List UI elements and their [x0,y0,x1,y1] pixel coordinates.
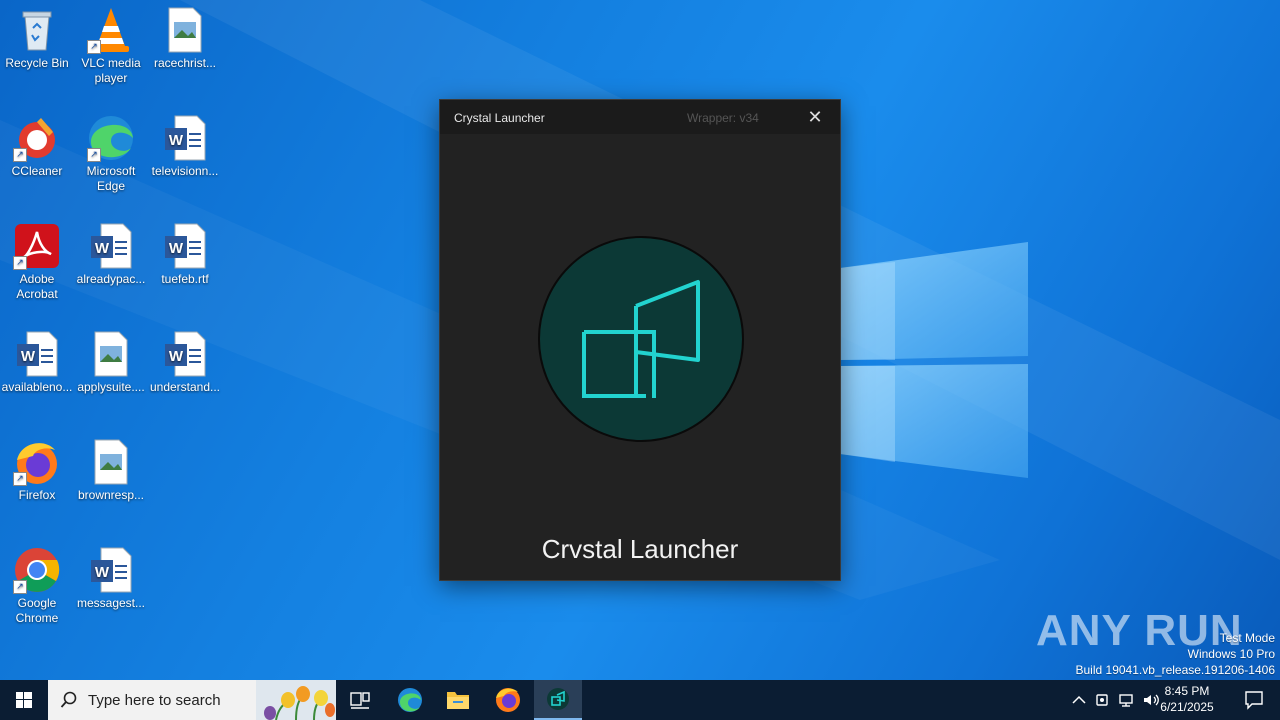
search-placeholder: Type here to search [88,692,221,709]
word-document-icon: W [13,330,61,378]
desktop-icon[interactable]: ↗ Microsoft Edge [74,108,148,194]
wrapper-version: Wrapper: v34 [687,111,759,125]
svg-text:W: W [95,564,110,581]
network-icon[interactable] [1118,692,1136,708]
meet-now-icon[interactable] [1094,692,1112,708]
edge-icon [398,688,422,712]
svg-text:W: W [169,240,184,257]
clock-time: 8:45 PM [1164,684,1210,698]
desktop-icon[interactable]: ↗ VLC media player [74,0,148,86]
word-document-icon: W [87,546,135,594]
start-button[interactable] [0,680,48,720]
desktop-icon[interactable]: Wunderstand... [148,324,222,395]
desktop-icon[interactable]: applysuite.... [74,324,148,395]
desktop-icon-label: Adobe Acrobat [16,272,58,301]
word-document-icon: W [161,330,209,378]
clock-date: 6/21/2025 [1160,700,1214,714]
shortcut-arrow-icon: ↗ [87,148,101,162]
taskbar-file-explorer-button[interactable] [434,680,482,720]
svg-text:W: W [169,132,184,149]
image-file-icon [161,6,209,54]
firefox-icon [496,688,520,712]
test-mode-label: Test Mode [1219,631,1275,645]
acrobat-icon: ↗ [13,222,61,270]
task-view-button[interactable] [336,680,384,720]
shortcut-arrow-icon: ↗ [13,472,27,486]
desktop-icon-label: Firefox [18,488,56,502]
desktop-icon[interactable]: ↗ Google Chrome [0,540,74,626]
os-edition: Windows 10 Pro [1187,647,1275,661]
firefox-icon: ↗ [13,438,61,486]
taskbar-crystal-launcher-button[interactable] [534,680,582,720]
chrome-icon: ↗ [13,546,61,594]
word-document-icon: W [161,222,209,270]
desktop-icon[interactable]: Wmessagest... [74,540,148,611]
word-document-icon: W [87,222,135,270]
desktop-icon-label: applysuite.... [77,380,145,394]
svg-text:W: W [21,348,36,365]
desktop-icon[interactable]: Wavailableno... [0,324,74,395]
app-name: Crvstal Launcher [541,534,739,564]
desktop-icon-label: messagest... [76,596,146,610]
chevron-up-icon[interactable] [1070,692,1088,708]
desktop-icon-label: televisionn... [151,164,219,178]
search-icon [60,691,77,708]
shortcut-arrow-icon: ↗ [13,256,27,270]
desktop-icon-label: Microsoft Edge [86,164,136,193]
file-explorer-icon [447,692,469,709]
desktop-icon[interactable]: Wtelevisionn... [148,108,222,179]
desktop-icon-label: tuefeb.rtf [161,272,209,286]
desktop-icon-label: alreadypac... [76,272,146,286]
test-mode-info: Test Mode Windows 10 Pro Build 19041.vb_… [1076,630,1276,678]
taskbar: Type here to search 8:45 PM 6/21/2025 [0,680,1280,720]
desktop-icon[interactable]: ↗ CCleaner [0,108,74,179]
image-file-icon [87,330,135,378]
taskbar-firefox-button[interactable] [484,680,532,720]
ccleaner-icon: ↗ [13,114,61,162]
svg-text:W: W [169,348,184,365]
shortcut-arrow-icon: ↗ [13,148,27,162]
shortcut-arrow-icon: ↗ [87,40,101,54]
crystal-launcher-window[interactable]: Crystal Launcher Wrapper: v34 ✕ Crvstal … [440,100,840,580]
window-titlebar[interactable]: Crystal Launcher Wrapper: v34 ✕ [440,100,840,134]
desktop-icon-label: CCleaner [11,164,63,178]
svg-text:W: W [95,240,110,257]
desktop-icon-label: Google Chrome [15,596,59,625]
desktop-icon[interactable]: Recycle Bin [0,0,74,71]
desktop-icon-label: understand... [149,380,221,394]
task-view-icon [350,692,370,709]
windows-logo-icon [16,692,32,708]
desktop-icon[interactable]: racechrist... [148,0,222,71]
desktop-icon[interactable]: Walreadypac... [74,216,148,287]
build-string: Build 19041.vb_release.191206-1406 [1075,663,1276,677]
word-document-icon: W [161,114,209,162]
window-title: Crystal Launcher [454,111,545,125]
desktop-icon-label: brownresp... [77,488,145,502]
edge-icon: ↗ [87,114,135,162]
tulips-decoration-icon [256,680,336,720]
crystal-launcher-icon [547,688,569,710]
search-box[interactable]: Type here to search [48,680,336,720]
image-file-icon [87,438,135,486]
desktop-icon[interactable]: brownresp... [74,432,148,503]
desktop-icon-label: availableno... [1,380,73,394]
desktop-icon-label: Recycle Bin [5,56,69,70]
desktop-icon[interactable]: ↗ Adobe Acrobat [0,216,74,302]
shortcut-arrow-icon: ↗ [13,580,27,594]
vlc-icon: ↗ [87,6,135,54]
desktop-icon[interactable]: Wtuefeb.rtf [148,216,222,287]
action-center-icon[interactable] [1244,690,1264,710]
taskbar-clock[interactable]: 8:45 PM 6/21/2025 [1152,683,1222,715]
desktop-icon-label: VLC media player [81,56,141,85]
desktop-icon[interactable]: ↗ Firefox [0,432,74,503]
crystal-launcher-logo-icon [538,236,744,442]
recycle-bin-icon [13,6,61,54]
desktop-icon-label: racechrist... [153,56,216,70]
taskbar-edge-button[interactable] [386,680,434,720]
close-button[interactable]: ✕ [790,100,840,134]
